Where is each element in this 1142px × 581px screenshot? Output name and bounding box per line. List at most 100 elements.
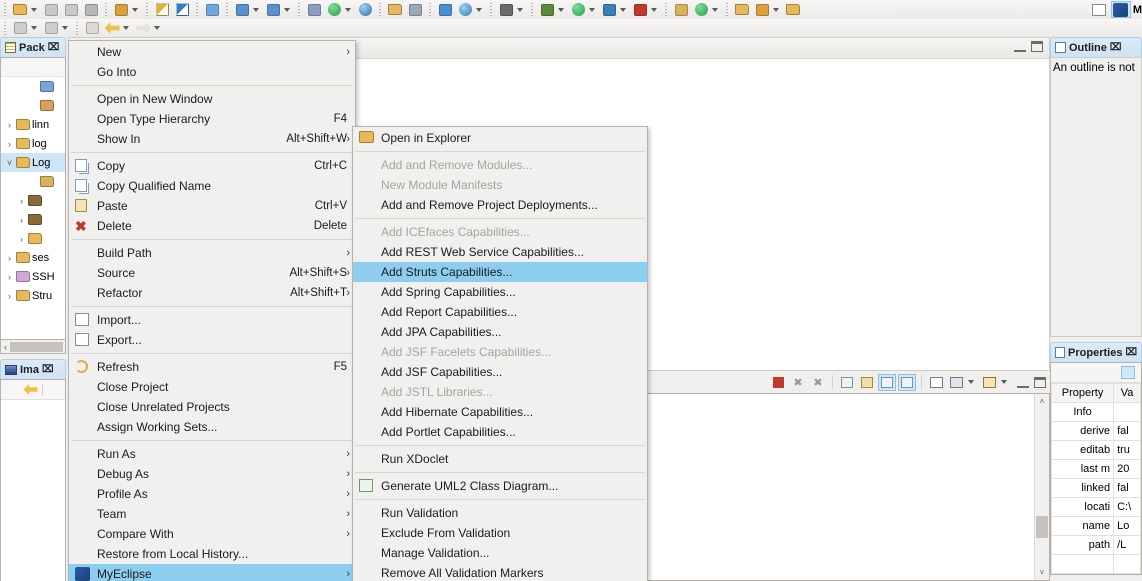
menu-item[interactable]: Run Validation	[353, 503, 647, 523]
pin-console-icon[interactable]	[947, 374, 965, 391]
toolbar-grip[interactable]	[194, 2, 200, 17]
menu-item[interactable]: Open in Explorer	[353, 128, 647, 148]
annotation-button[interactable]	[752, 1, 772, 18]
chevron-down-icon[interactable]	[62, 26, 68, 30]
toolbar-grip[interactable]	[296, 2, 302, 17]
scroll-up-arrow[interactable]: ˄	[1035, 394, 1049, 409]
menu-item[interactable]: Refresh F5	[69, 357, 355, 377]
menu-item[interactable]: Add JPA Capabilities...	[353, 322, 647, 342]
menu-item[interactable]: Open Type Hierarchy F4	[69, 109, 355, 129]
menu-item[interactable]: Build Path ›	[69, 243, 355, 263]
clear-console-button[interactable]	[838, 374, 856, 391]
menu-item[interactable]: Show In Alt+Shift+W ›	[69, 129, 355, 149]
run-button[interactable]	[568, 1, 588, 18]
new-package-button[interactable]	[671, 1, 691, 18]
save-button[interactable]	[41, 1, 61, 18]
menu-item[interactable]: Run As ›	[69, 444, 355, 464]
tree-row[interactable]	[1, 77, 65, 96]
chevron-right-icon[interactable]: ›	[3, 291, 16, 301]
menu-item[interactable]: Manage Validation...	[353, 543, 647, 563]
run-server-button[interactable]	[324, 1, 344, 18]
toolbar-grip[interactable]	[529, 2, 535, 17]
menu-item[interactable]: Remove All Validation Markers	[353, 563, 647, 581]
remove-all-button[interactable]: ✖	[809, 374, 827, 391]
menu-item[interactable]: Add Report Capabilities...	[353, 302, 647, 322]
tree-row[interactable]: ›	[1, 191, 65, 210]
search-google-button[interactable]	[691, 1, 711, 18]
chevron-down-icon[interactable]	[154, 26, 160, 30]
show-console-button[interactable]	[878, 373, 896, 391]
menu-item[interactable]: Restore from Local History...	[69, 544, 355, 564]
tree-row[interactable]: › ses	[1, 248, 65, 267]
context-menu[interactable]: New › Go Into Open in New Window Open Type H…	[68, 40, 356, 581]
chevron-down-icon[interactable]	[31, 7, 37, 12]
properties-row[interactable]: editab tru	[1051, 440, 1141, 460]
web-browser-button[interactable]	[455, 1, 475, 18]
new-java-class-button[interactable]	[263, 1, 283, 18]
tab-properties[interactable]: Properties ⌧	[1050, 342, 1142, 362]
new-wizard-button[interactable]	[10, 1, 30, 18]
package-explorer-tree[interactable]: › linn › log ˅ Log › › › › ses › SSH › Stru	[0, 57, 66, 340]
chevron-down-icon[interactable]	[558, 7, 564, 12]
menu-item[interactable]: Add and Remove Project Deployments...	[353, 195, 647, 215]
properties-row[interactable]: name Lo	[1051, 516, 1141, 536]
chevron-down-icon[interactable]	[517, 7, 523, 12]
tree-row[interactable]: › SSH	[1, 267, 65, 286]
save-all-button[interactable]	[61, 1, 81, 18]
chevron-down-icon[interactable]	[773, 7, 779, 12]
tree-row[interactable]	[1, 96, 65, 115]
menu-item[interactable]: New ›	[69, 42, 355, 62]
menu-item[interactable]: Compare With ›	[69, 524, 355, 544]
chevron-down-icon[interactable]	[476, 7, 482, 12]
properties-row[interactable]	[1051, 554, 1141, 574]
back-light-button[interactable]	[82, 20, 102, 37]
chevron-down-icon[interactable]: ˅	[3, 158, 16, 168]
toolbar-grip[interactable]	[663, 2, 669, 17]
menu-item[interactable]: Source Alt+Shift+S ›	[69, 263, 355, 283]
open-perspective-button[interactable]	[152, 1, 172, 18]
chevron-down-icon[interactable]	[1001, 380, 1007, 384]
open-file-button[interactable]	[783, 1, 803, 18]
toolbar-grip[interactable]	[427, 2, 433, 17]
chevron-down-icon[interactable]	[345, 7, 351, 12]
properties-table[interactable]: Property Va Info derive fal editab tru last m…	[1051, 383, 1141, 574]
menu-item[interactable]: Open in New Window	[69, 89, 355, 109]
menu-item[interactable]: Run XDoclet	[353, 449, 647, 469]
menu-item[interactable]: Refactor Alt+Shift+T ›	[69, 283, 355, 303]
tree-row[interactable]: ›	[1, 229, 65, 248]
menu-item[interactable]: Exclude From Validation	[353, 523, 647, 543]
chevron-right-icon[interactable]: ›	[15, 234, 28, 244]
toolbar-grip[interactable]	[224, 2, 230, 17]
console-vscrollbar[interactable]: ˄ ˅	[1034, 394, 1049, 580]
chevron-down-icon[interactable]	[253, 7, 259, 12]
chevron-right-icon[interactable]: ›	[15, 196, 28, 206]
tab-image-view[interactable]: Ima ⌧	[0, 359, 66, 379]
menu-item[interactable]: Add Portlet Capabilities...	[353, 422, 647, 442]
undo-history-button[interactable]	[405, 1, 425, 18]
properties-row[interactable]	[1051, 573, 1141, 574]
chevron-right-icon[interactable]: ›	[15, 215, 28, 225]
menu-item[interactable]: Generate UML2 Class Diagram...	[353, 476, 647, 496]
toolbar-grip[interactable]	[488, 2, 494, 17]
chevron-right-icon[interactable]: ›	[3, 253, 16, 263]
tree-row[interactable]: ˅ Log	[1, 153, 65, 172]
menu-item[interactable]: Add Hibernate Capabilities...	[353, 402, 647, 422]
tree-row[interactable]	[1, 172, 65, 191]
close-icon[interactable]: ⌧	[42, 364, 54, 375]
close-icon[interactable]: ⌧	[1125, 347, 1137, 358]
run-last-button[interactable]	[630, 1, 650, 18]
menu-item[interactable]: Close Unrelated Projects	[69, 397, 355, 417]
toolbar-grip[interactable]	[724, 2, 730, 17]
properties-row[interactable]: last m 20	[1051, 459, 1141, 479]
chevron-down-icon[interactable]	[284, 7, 290, 12]
next-annotation-button[interactable]	[41, 20, 61, 37]
chevron-down-icon[interactable]	[123, 26, 129, 30]
close-icon[interactable]: ⌧	[1110, 42, 1122, 53]
toolbar-grip[interactable]	[2, 2, 8, 17]
chevron-right-icon[interactable]: ›	[3, 120, 16, 130]
menu-item[interactable]: MyEclipse ›	[69, 564, 355, 581]
myeclipse-submenu[interactable]: Open in Explorer Add and Remove Modules..…	[352, 126, 648, 581]
deploy-button[interactable]	[304, 1, 324, 18]
chevron-down-icon[interactable]	[31, 26, 37, 30]
package-explorer-hscrollbar[interactable]: ‹	[0, 340, 66, 354]
